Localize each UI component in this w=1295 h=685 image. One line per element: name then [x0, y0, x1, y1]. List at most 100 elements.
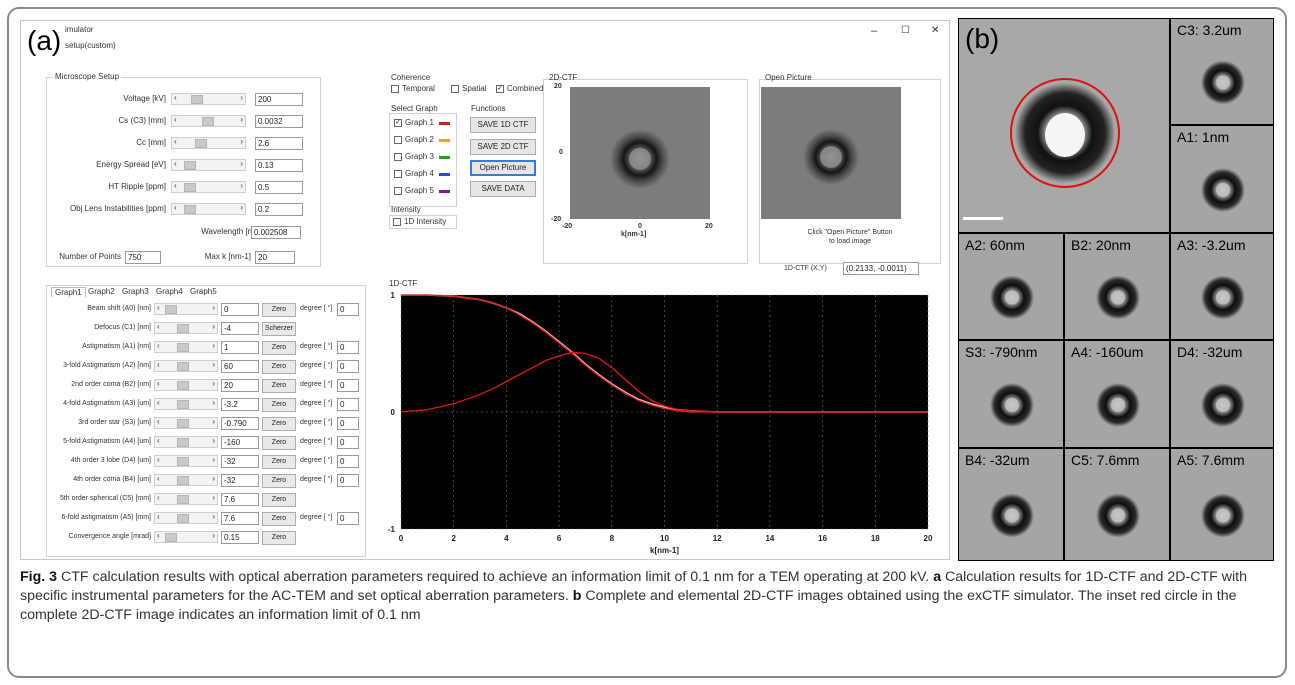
- slider-thumb[interactable]: [177, 400, 189, 409]
- aberration-slider[interactable]: ‹ ›: [154, 341, 218, 353]
- slider-left-arrow-icon[interactable]: ‹: [174, 203, 177, 212]
- zero-button[interactable]: Zero: [262, 303, 296, 317]
- graph-checkbox[interactable]: [394, 187, 402, 195]
- microscope-field[interactable]: 2.6: [255, 137, 303, 150]
- slider-thumb[interactable]: [165, 533, 177, 542]
- microscope-field[interactable]: 0.13: [255, 159, 303, 172]
- zero-button[interactable]: Zero: [262, 379, 296, 393]
- degree-field[interactable]: 0: [337, 436, 359, 449]
- slider-thumb[interactable]: [177, 476, 189, 485]
- slider-left-arrow-icon[interactable]: ‹: [174, 93, 177, 102]
- aberration-slider[interactable]: ‹ ›: [154, 398, 218, 410]
- slider-left-arrow-icon[interactable]: ‹: [157, 474, 160, 483]
- slider-left-arrow-icon[interactable]: ‹: [157, 493, 160, 502]
- aberration-field[interactable]: 20: [221, 379, 259, 392]
- zero-button[interactable]: Zero: [262, 436, 296, 450]
- scherzer-button[interactable]: Scherzer: [262, 322, 296, 336]
- aberration-field[interactable]: 7.6: [221, 493, 259, 506]
- microscope-field[interactable]: 0.0032: [255, 115, 303, 128]
- microscope-field[interactable]: 200: [255, 93, 303, 106]
- graph-tab[interactable]: Graph1: [51, 287, 86, 297]
- graph-tab[interactable]: Graph2: [85, 287, 118, 296]
- microscope-slider[interactable]: ‹ ›: [171, 93, 246, 105]
- zero-button[interactable]: Zero: [262, 341, 296, 355]
- zero-button[interactable]: Zero: [262, 398, 296, 412]
- zero-button[interactable]: Zero: [262, 455, 296, 469]
- aberration-slider[interactable]: ‹ ›: [154, 436, 218, 448]
- maximize-button[interactable]: ☐: [901, 25, 910, 36]
- aberration-slider[interactable]: ‹ ›: [154, 379, 218, 391]
- slider-left-arrow-icon[interactable]: ‹: [157, 417, 160, 426]
- zero-button[interactable]: Zero: [262, 512, 296, 526]
- aberration-slider[interactable]: ‹ ›: [154, 360, 218, 372]
- slider-left-arrow-icon[interactable]: ‹: [157, 398, 160, 407]
- zero-button[interactable]: Zero: [262, 474, 296, 488]
- slider-right-arrow-icon[interactable]: ›: [212, 398, 215, 407]
- open-picture-button[interactable]: Open Picture: [470, 160, 536, 176]
- graph-tab[interactable]: Graph3: [119, 287, 152, 296]
- aberration-field[interactable]: -160: [221, 436, 259, 449]
- slider-thumb[interactable]: [177, 343, 189, 352]
- microscope-slider[interactable]: ‹ ›: [171, 137, 246, 149]
- menu-setup[interactable]: setup(custom): [65, 41, 116, 50]
- slider-thumb[interactable]: [194, 139, 207, 148]
- slider-right-arrow-icon[interactable]: ›: [212, 455, 215, 464]
- aberration-field[interactable]: 60: [221, 360, 259, 373]
- degree-field[interactable]: 0: [337, 398, 359, 411]
- slider-left-arrow-icon[interactable]: ‹: [174, 137, 177, 146]
- save-data-button[interactable]: SAVE DATA: [470, 181, 536, 197]
- degree-field[interactable]: 0: [337, 303, 359, 316]
- slider-right-arrow-icon[interactable]: ›: [212, 512, 215, 521]
- maxk-field[interactable]: 20: [255, 251, 295, 264]
- slider-left-arrow-icon[interactable]: ‹: [157, 379, 160, 388]
- save-2d-ctf-button[interactable]: SAVE 2D CTF: [470, 139, 536, 155]
- combined-checkbox[interactable]: ✓: [496, 85, 504, 93]
- slider-right-arrow-icon[interactable]: ›: [240, 203, 243, 212]
- slider-left-arrow-icon[interactable]: ‹: [174, 115, 177, 124]
- degree-field[interactable]: 0: [337, 455, 359, 468]
- aberration-field[interactable]: -32: [221, 474, 259, 487]
- slider-right-arrow-icon[interactable]: ›: [212, 303, 215, 312]
- graph-checkbox[interactable]: [394, 153, 402, 161]
- aberration-field[interactable]: -0.790: [221, 417, 259, 430]
- degree-field[interactable]: 0: [337, 341, 359, 354]
- slider-right-arrow-icon[interactable]: ›: [212, 341, 215, 350]
- slider-right-arrow-icon[interactable]: ›: [212, 531, 215, 540]
- slider-thumb[interactable]: [184, 205, 197, 214]
- graph-checkbox[interactable]: [394, 136, 402, 144]
- slider-thumb[interactable]: [191, 95, 203, 104]
- graph-checkbox[interactable]: [394, 170, 402, 178]
- slider-right-arrow-icon[interactable]: ›: [240, 115, 243, 124]
- minimize-button[interactable]: –: [871, 25, 877, 37]
- slider-left-arrow-icon[interactable]: ‹: [157, 322, 160, 331]
- slider-right-arrow-icon[interactable]: ›: [240, 137, 243, 146]
- spatial-checkbox[interactable]: [451, 85, 459, 93]
- slider-thumb[interactable]: [177, 362, 189, 371]
- slider-right-arrow-icon[interactable]: ›: [212, 493, 215, 502]
- slider-thumb[interactable]: [177, 381, 189, 390]
- slider-right-arrow-icon[interactable]: ›: [212, 417, 215, 426]
- slider-thumb[interactable]: [177, 419, 189, 428]
- points-field[interactable]: 750: [125, 251, 161, 264]
- aberration-slider[interactable]: ‹ ›: [154, 322, 218, 334]
- slider-thumb[interactable]: [177, 438, 189, 447]
- graph-tab[interactable]: Graph4: [153, 287, 186, 296]
- slider-left-arrow-icon[interactable]: ‹: [157, 360, 160, 369]
- degree-field[interactable]: 0: [337, 474, 359, 487]
- slider-thumb[interactable]: [165, 305, 177, 314]
- microscope-slider[interactable]: ‹ ›: [171, 181, 246, 193]
- slider-right-arrow-icon[interactable]: ›: [212, 322, 215, 331]
- aberration-field[interactable]: -4: [221, 322, 259, 335]
- intensity-checkbox[interactable]: [393, 218, 401, 226]
- degree-field[interactable]: 0: [337, 512, 359, 525]
- slider-left-arrow-icon[interactable]: ‹: [157, 436, 160, 445]
- slider-left-arrow-icon[interactable]: ‹: [157, 512, 160, 521]
- slider-right-arrow-icon[interactable]: ›: [240, 93, 243, 102]
- slider-thumb[interactable]: [184, 183, 197, 192]
- slider-right-arrow-icon[interactable]: ›: [240, 159, 243, 168]
- slider-left-arrow-icon[interactable]: ‹: [157, 303, 160, 312]
- aberration-slider[interactable]: ‹ ›: [154, 474, 218, 486]
- microscope-slider[interactable]: ‹ ›: [171, 159, 246, 171]
- microscope-field[interactable]: 0.5: [255, 181, 303, 194]
- aberration-slider[interactable]: ‹ ›: [154, 493, 218, 505]
